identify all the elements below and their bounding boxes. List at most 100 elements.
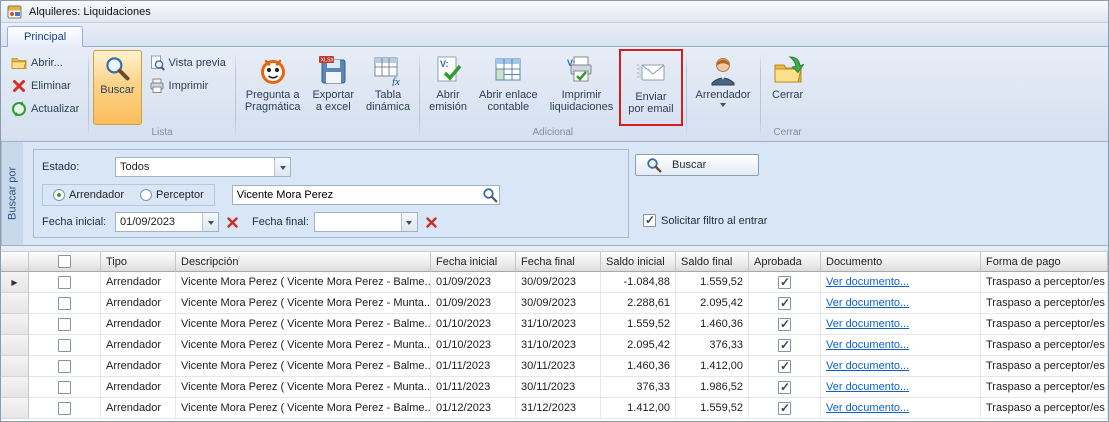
search-button[interactable]: Buscar <box>93 50 141 125</box>
export-excel-button[interactable]: XLSX Exportar a excel <box>307 50 359 125</box>
aprobada-checkbox[interactable] <box>778 276 791 289</box>
row-checkbox[interactable] <box>58 402 71 415</box>
filter-panel: Buscar por Estado: Todos Arrendador <box>1 142 1108 246</box>
row-select-cell <box>29 314 101 335</box>
print-button[interactable]: Imprimir <box>144 76 231 96</box>
dropdown-arrow-icon[interactable] <box>401 213 417 231</box>
cell-documento: Ver documento... <box>821 335 981 356</box>
accounting-link-button[interactable]: Abrir enlace contable <box>474 50 543 125</box>
ver-documento-link[interactable]: Ver documento... <box>826 360 909 372</box>
by-radio-group: Arrendador Perceptor <box>42 184 215 206</box>
radio-perceptor-label: Perceptor <box>156 189 204 201</box>
search-icon[interactable] <box>482 187 498 203</box>
clear-fecha-inicial-button[interactable] <box>224 214 241 231</box>
row-checkbox[interactable] <box>58 360 71 373</box>
row-checkbox[interactable] <box>58 381 71 394</box>
execute-search-button[interactable]: Buscar <box>635 154 759 176</box>
grid-body: ▶ Arrendador Vicente Mora Perez ( Vicent… <box>1 272 1108 419</box>
aprobada-checkbox[interactable] <box>778 339 791 352</box>
row-selector-cell[interactable]: ▶ <box>1 314 29 335</box>
row-select-cell <box>29 398 101 419</box>
table-row: ▶ Arrendador Vicente Mora Perez ( Vicent… <box>1 314 1108 335</box>
aprobada-checkbox[interactable] <box>778 297 791 310</box>
col-header-documento[interactable]: Documento <box>821 252 981 272</box>
ver-documento-link[interactable]: Ver documento... <box>826 402 909 414</box>
open-emission-button[interactable]: V: Abrir emisión <box>424 50 472 125</box>
row-checkbox[interactable] <box>58 339 71 352</box>
row-selector-cell[interactable]: ▶ <box>1 335 29 356</box>
cell-saldo-final: 1.559,52 <box>676 272 749 293</box>
send-email-button[interactable]: Enviar por email <box>623 52 678 123</box>
cell-aprobada <box>749 293 821 314</box>
tab-principal[interactable]: Principal <box>7 26 83 47</box>
estado-select[interactable]: Todos <box>115 157 291 177</box>
cell-fecha-inicial: 01/10/2023 <box>431 335 516 356</box>
ver-documento-link[interactable]: Ver documento... <box>826 276 909 288</box>
cell-fecha-inicial: 01/09/2023 <box>431 272 516 293</box>
dropdown-arrow-icon[interactable] <box>274 158 290 176</box>
landlord-menu-button[interactable]: Arrendador <box>691 50 756 125</box>
close-folder-icon <box>772 54 804 86</box>
accounting-link-label-2: contable <box>488 101 530 113</box>
ask-pragmatica-label-1: Pregunta a <box>246 89 300 101</box>
aprobada-checkbox[interactable] <box>778 402 791 415</box>
delete-button[interactable]: Eliminar <box>6 76 84 96</box>
row-checkbox[interactable] <box>58 276 71 289</box>
col-header-aprobada[interactable]: Aprobada <box>749 252 821 272</box>
col-header-saldo-inicial[interactable]: Saldo inicial <box>601 252 676 272</box>
cell-aprobada <box>749 314 821 335</box>
printer-icon <box>149 78 165 94</box>
col-header-fecha-inicial[interactable]: Fecha inicial <box>431 252 516 272</box>
row-select-cell <box>29 293 101 314</box>
clear-fecha-final-button[interactable] <box>423 214 440 231</box>
select-all-header[interactable] <box>29 252 101 272</box>
row-selector-cell[interactable]: ▶ <box>1 356 29 377</box>
ask-pragmatica-button[interactable]: Pregunta a Pragmática <box>240 50 306 125</box>
col-header-descripcion[interactable]: Descripción <box>176 252 431 272</box>
col-header-saldo-final[interactable]: Saldo final <box>676 252 749 272</box>
print-settlements-button[interactable]: V: Imprimir liquidaciones <box>545 50 619 125</box>
svg-text:fx: fx <box>392 76 400 86</box>
aprobada-checkbox[interactable] <box>778 318 791 331</box>
cell-fecha-final: 30/09/2023 <box>516 272 601 293</box>
cell-fecha-final: 31/10/2023 <box>516 335 601 356</box>
dropdown-arrow-icon[interactable] <box>202 213 218 231</box>
radio-perceptor[interactable]: Perceptor <box>140 189 204 201</box>
row-checkbox[interactable] <box>58 297 71 310</box>
row-selector-cell[interactable]: ▶ <box>1 377 29 398</box>
radio-arrendador[interactable]: Arrendador <box>53 189 124 201</box>
window-title: Alquileres: Liquidaciones <box>29 6 151 18</box>
open-button[interactable]: Abrir... <box>6 53 84 73</box>
ribbon-group-lista: Buscar Vista previa Imprimir <box>90 49 234 141</box>
solicitar-filtro-checkbox[interactable]: Solicitar filtro al entrar <box>643 214 767 227</box>
fecha-inicial-select[interactable]: 01/09/2023 <box>115 212 219 232</box>
select-all-checkbox[interactable] <box>58 255 71 268</box>
row-selector-cell[interactable]: ▶ <box>1 272 29 293</box>
preview-button[interactable]: Vista previa <box>144 53 231 73</box>
print-settlements-icon: V: <box>565 54 597 86</box>
aprobada-checkbox[interactable] <box>778 360 791 373</box>
cell-documento: Ver documento... <box>821 356 981 377</box>
refresh-button[interactable]: Actualizar <box>6 99 84 119</box>
filter-panel-tab[interactable]: Buscar por <box>1 142 23 245</box>
pivot-table-button[interactable]: fx Tabla dinámica <box>361 50 415 125</box>
col-header-fecha-final[interactable]: Fecha final <box>516 252 601 272</box>
row-selector-cell[interactable]: ▶ <box>1 293 29 314</box>
name-search-input[interactable] <box>232 185 500 205</box>
close-button[interactable]: Cerrar <box>765 50 811 125</box>
table-row: ▶ Arrendador Vicente Mora Perez ( Vicent… <box>1 377 1108 398</box>
ver-documento-link[interactable]: Ver documento... <box>826 381 909 393</box>
ver-documento-link[interactable]: Ver documento... <box>826 318 909 330</box>
ribbon-separator <box>686 53 687 137</box>
cell-aprobada <box>749 377 821 398</box>
ver-documento-link[interactable]: Ver documento... <box>826 297 909 309</box>
col-header-tipo[interactable]: Tipo <box>101 252 176 272</box>
aprobada-checkbox[interactable] <box>778 381 791 394</box>
ver-documento-link[interactable]: Ver documento... <box>826 339 909 351</box>
landlord-icon <box>707 54 739 86</box>
row-checkbox[interactable] <box>58 318 71 331</box>
col-header-forma-pago[interactable]: Forma de pago <box>981 252 1108 272</box>
row-selector-cell[interactable]: ▶ <box>1 398 29 419</box>
fecha-final-select[interactable] <box>314 212 418 232</box>
delete-button-label: Eliminar <box>31 80 71 92</box>
